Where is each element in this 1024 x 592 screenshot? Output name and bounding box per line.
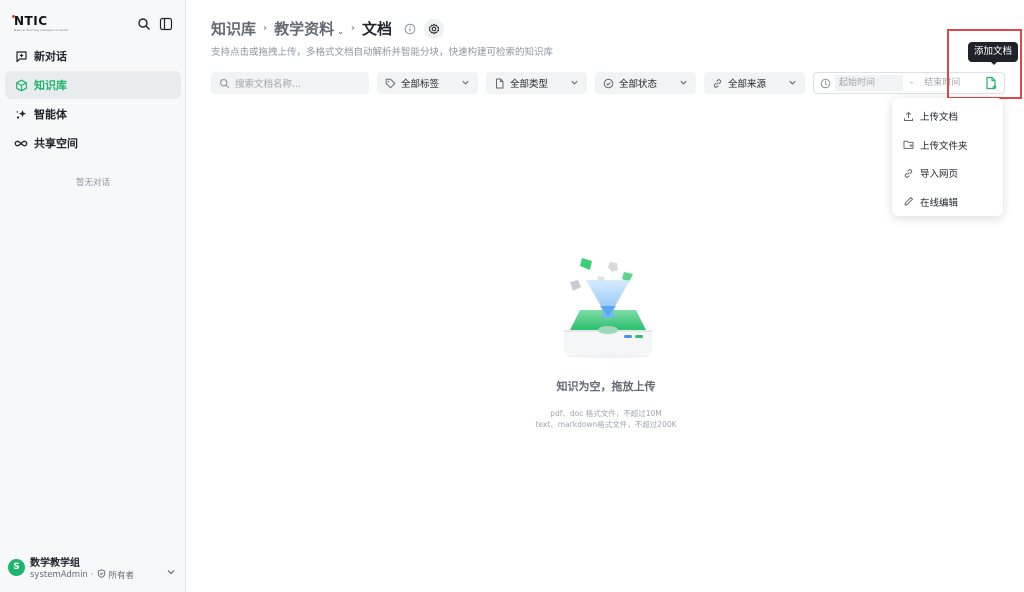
tag-filter-select[interactable]: 全部标签 (377, 72, 478, 94)
filter-bar: 搜索文档名称... 全部标签 全部类型 全部状态 全部来源 起始时间 - 结束时… (211, 72, 1005, 94)
menu-item-upload-document[interactable]: 上传文档 (892, 102, 1003, 131)
date-range-picker[interactable]: 起始时间 - 结束时间 (813, 72, 1005, 94)
chevron-right-icon: › (263, 23, 268, 34)
empty-state-title: 知识为空，拖放上传 (556, 380, 656, 393)
empty-conversations-text: 暂无对话 (75, 178, 110, 188)
breadcrumb: 知识库 › 教学资料 ⌄ › 文档 (211, 18, 444, 39)
shield-icon (97, 569, 106, 581)
chevron-down-icon: ⌄ (337, 27, 344, 36)
sidebar-top-actions (137, 16, 173, 31)
source-filter-value: 全部来源 (728, 79, 767, 90)
type-filter-select[interactable]: 全部类型 (486, 72, 587, 94)
pencil-icon (903, 196, 914, 207)
logo-subtitle: Natural Teaching Intelligence Center (14, 28, 69, 32)
add-document-menu: 上传文档 上传文件夹 导入网页 在线编辑 (892, 98, 1003, 216)
user-account: systemAdmin (30, 570, 88, 580)
link-icon (903, 168, 914, 179)
gear-icon (428, 23, 440, 34)
breadcrumb-knowledge-base[interactable]: 知识库 (211, 18, 256, 39)
sidebar-item-new-chat[interactable]: 新对话 (5, 42, 181, 70)
file-icon (494, 78, 505, 89)
cube-icon (14, 78, 28, 92)
user-profile[interactable]: S 数学教学组 systemAdmin · 所有者 (8, 554, 180, 584)
breadcrumb-label: 教学资料 (274, 20, 335, 38)
add-document-icon[interactable] (984, 76, 998, 90)
sidebar-nav: 新对话 知识库 智能体 共享空间 (5, 42, 181, 158)
breadcrumb-documents: 文档 (361, 20, 392, 38)
menu-item-label: 上传文件夹 (920, 140, 968, 152)
menu-item-import-webpage[interactable]: 导入网页 (892, 159, 1003, 188)
sidebar: NTIC Natural Teaching Intelligence Cente… (0, 0, 186, 592)
separator-dot: · (90, 570, 94, 580)
page-subtitle: 支持点击或拖拽上传，多格式文档自动解析并智能分块，快速构建可检索的知识库 (211, 47, 554, 58)
search-input[interactable]: 搜索文档名称... (211, 72, 369, 94)
chevron-down-icon (570, 78, 579, 87)
empty-state-illustration (560, 252, 656, 360)
add-document-tooltip: 添加文档 (968, 42, 1019, 62)
menu-item-upload-folder[interactable]: 上传文件夹 (892, 131, 1003, 160)
app-root: NTIC Natural Teaching Intelligence Cente… (0, 0, 1024, 592)
sidebar-item-label: 知识库 (34, 79, 67, 92)
avatar: S (8, 559, 25, 576)
check-circle-icon (603, 78, 614, 89)
chevron-right-icon: › (350, 23, 355, 34)
chat-plus-icon (14, 49, 28, 63)
logo-text: NTIC (14, 14, 48, 28)
menu-item-label: 在线编辑 (920, 197, 959, 209)
sidebar-toggle-icon[interactable] (159, 16, 173, 31)
folder-upload-icon (903, 139, 914, 150)
sidebar-item-label: 共享空间 (34, 137, 78, 150)
sidebar-item-label: 新对话 (34, 50, 67, 63)
breadcrumb-teaching-materials[interactable]: 教学资料 ⌄ (274, 18, 344, 39)
status-filter-value: 全部状态 (619, 79, 658, 90)
search-icon (219, 78, 230, 89)
chevron-down-icon (788, 78, 797, 87)
sidebar-item-agents[interactable]: 智能体 (5, 100, 181, 128)
clock-icon (820, 78, 831, 89)
start-date-input[interactable]: 起始时间 (835, 75, 903, 91)
empty-state-hint: text、markdown格式文件，不超过200K (535, 420, 677, 429)
menu-item-online-edit[interactable]: 在线编辑 (892, 188, 1003, 217)
info-icon[interactable] (404, 23, 416, 35)
settings-button[interactable] (424, 18, 444, 39)
logo-dot (12, 15, 15, 18)
sidebar-item-knowledge-base[interactable]: 知识库 (5, 71, 181, 99)
sidebar-item-label: 智能体 (34, 108, 67, 121)
end-date-input[interactable]: 结束时间 (920, 75, 980, 91)
chevron-down-icon (679, 78, 688, 87)
menu-item-label: 导入网页 (920, 169, 959, 181)
search-placeholder: 搜索文档名称... (235, 79, 302, 90)
tooltip-arrow (990, 61, 998, 65)
logo[interactable]: NTIC Natural Teaching Intelligence Cente… (12, 14, 74, 36)
empty-state-hint: pdf、doc 格式文件，不超过10M (550, 409, 662, 418)
date-separator: - (910, 78, 914, 88)
user-meta: systemAdmin · 所有者 (30, 569, 134, 581)
chevron-down-icon[interactable] (166, 562, 176, 575)
chevron-down-icon (461, 78, 470, 87)
infinity-icon (14, 136, 28, 150)
source-filter-select[interactable]: 全部来源 (704, 72, 805, 94)
user-group-name: 数学教学组 (30, 558, 80, 569)
menu-item-label: 上传文档 (920, 112, 959, 124)
link-icon (712, 78, 723, 89)
user-role: 所有者 (108, 571, 135, 581)
upload-icon (903, 111, 914, 122)
sidebar-item-shared-space[interactable]: 共享空间 (5, 129, 181, 157)
search-icon[interactable] (137, 16, 151, 30)
status-filter-select[interactable]: 全部状态 (595, 72, 696, 94)
type-filter-value: 全部类型 (510, 79, 549, 90)
sparkle-icon (14, 107, 28, 121)
tag-filter-value: 全部标签 (401, 79, 440, 90)
tag-icon (385, 78, 396, 89)
